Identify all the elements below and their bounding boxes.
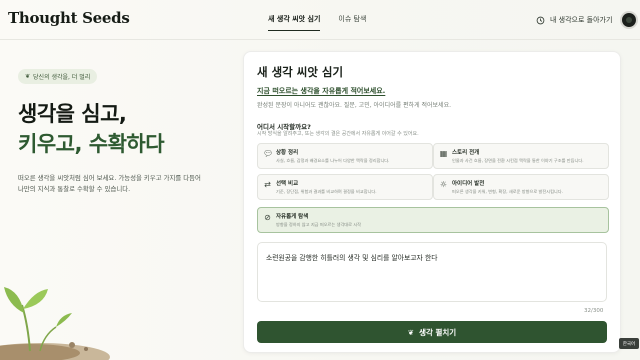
expand-thought-button[interactable]: ❦ 생각 펼치기: [257, 321, 607, 343]
option-free-explore[interactable]: ⊘ 자유롭게 탐색 방향을 정하지 않고 지금 떠오르는 생각대로 시작: [257, 207, 609, 233]
compare-icon: ⇄: [264, 180, 271, 189]
top-header: Thought Seeds 새 생각 씨앗 심기 이슈 탐색 내 생각으로 돌아…: [0, 0, 640, 40]
tab-new-seed[interactable]: 새 생각 씨앗 심기: [268, 14, 321, 31]
hero-badge: ❦ 당신의 생각을, 더 멀리: [18, 69, 98, 84]
back-to-my-thoughts-link[interactable]: 내 생각으로 돌아가기: [536, 15, 612, 25]
option-title: 자유롭게 탐색: [276, 214, 309, 220]
back-link-label: 내 생각으로 돌아가기: [550, 16, 613, 24]
tab-issue-explore[interactable]: 이슈 탐색: [338, 14, 366, 31]
option-desc: 인물과 사건 흐름, 장면을 전환 시킨점 맥락을 통한 이야기 구조를 만듭니…: [452, 158, 584, 163]
option-story[interactable]: ▦ 스토리 전개 인물과 사건 흐름, 장면을 전환 시킨점 맥락을 통한 이야…: [433, 143, 609, 169]
main-nav: 새 생각 씨앗 심기 이슈 탐색: [268, 14, 366, 31]
user-avatar[interactable]: [620, 11, 638, 29]
option-title: 선택 비교: [276, 181, 299, 187]
chat-bubble-icon: 💬︎: [263, 149, 274, 158]
card-subtitle: 지금 떠오르는 생각을 자유롭게 적어보세요.: [257, 87, 386, 95]
option-compare[interactable]: ⇄ 선택 비교 기준, 장단점, 위험과 결과를 비교하며 결정을 비교합니다.: [257, 174, 433, 200]
start-section-help: 시작 방식을 알려주고, 또는 생각의 결은 공간에서 자유롭게 이어갈 수 있…: [257, 131, 419, 137]
submit-label: 생각 펼치기: [419, 327, 457, 337]
option-desc: 기준, 장단점, 위험과 결과를 비교하며 결정을 비교합니다.: [276, 189, 377, 194]
hero-title-line2: 키우고, 수확하다: [18, 132, 165, 156]
hero-title-line1: 생각을 심고,: [18, 102, 127, 126]
char-counter: 32/300: [584, 308, 604, 314]
thought-input[interactable]: 소련원공을 감행한 히틀러의 생각 및 심리를 알아보고자 한다: [257, 242, 607, 302]
lightbulb-icon: ☼: [439, 180, 448, 189]
sprout-icon: ❦: [407, 327, 415, 337]
option-idea[interactable]: ☼ 아이디어 발전 떠오른 생각을 키워, 변형, 확장, 새로운 방향으로 발…: [433, 174, 609, 200]
option-title: 스토리 전개: [452, 150, 480, 156]
compass-icon: ⊘: [264, 213, 271, 222]
story-board-icon: ▦: [439, 149, 448, 158]
language-button[interactable]: 한국어: [619, 338, 639, 349]
hero-title: 생각을 심고, 키우고, 수확하다: [18, 99, 165, 159]
card-title: 새 생각 씨앗 심기: [257, 65, 344, 79]
option-desc: 방향을 정하지 않고 지금 떠오르는 생각대로 시작: [276, 222, 362, 227]
option-title: 상황 정리: [276, 150, 299, 156]
new-seed-card: 새 생각 씨앗 심기 지금 떠오르는 생각을 자유롭게 적어보세요. 완성된 문…: [243, 51, 621, 353]
history-icon: [536, 16, 545, 24]
option-situation-summary[interactable]: 💬︎ 상황 정리 사실, 흐름, 감정과 배경요소를 나누어 다양한 맥락을 정…: [257, 143, 433, 169]
app-logo[interactable]: Thought Seeds: [8, 9, 130, 27]
card-help-text: 완성된 문장이 아니어도 괜찮아요. 질문, 고민, 아이디어를 편하게 적어보…: [257, 102, 452, 109]
option-desc: 사실, 흐름, 감정과 배경요소를 나누어 다양한 맥락을 정리합니다.: [276, 158, 390, 163]
hero-badge-label: 당신의 생각을, 더 멀리: [33, 74, 91, 81]
seedling-illustration: [0, 287, 110, 360]
option-title: 아이디어 발전: [452, 181, 485, 187]
sprout-icon: ❦: [25, 73, 31, 80]
option-desc: 떠오른 생각을 키워, 변형, 확장, 새로운 방향으로 발전시킵니다.: [452, 189, 563, 194]
hero-description: 떠오른 생각을 씨앗처럼 심어 보세요. 가능성을 키우고 가지를 다듬어 나만…: [18, 174, 201, 193]
